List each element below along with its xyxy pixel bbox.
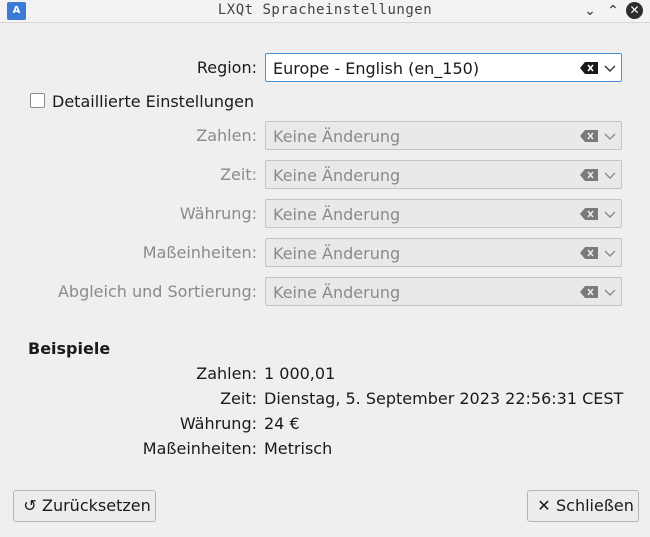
collation-value: Keine Änderung [273,283,401,302]
chevron-down-icon[interactable] [604,209,616,219]
minimize-icon[interactable]: ⌄ [580,1,600,21]
example-units-label: Maßeinheiten: [142,439,257,458]
reset-button-label: Zurücksetzen [42,496,151,515]
currency-combo[interactable]: Keine Änderung [265,199,622,228]
maximize-icon[interactable]: ⌃ [603,1,623,21]
example-currency-value: 24 € [264,414,300,433]
examples-heading: Beispiele [28,339,111,358]
region-label: Region: [196,58,257,77]
close-button-label: Schließen [556,496,634,515]
close-icon: ✕ [537,496,551,515]
example-units-value: Metrisch [264,439,333,458]
clear-icon[interactable] [580,247,598,259]
region-combo[interactable]: Europe - English (en_150) [265,53,622,82]
clear-icon[interactable] [580,286,598,298]
close-button[interactable]: ✕ Schließen [527,490,639,522]
numbers-combo[interactable]: Keine Änderung [265,121,622,150]
collation-combo[interactable]: Keine Änderung [265,277,622,306]
title-bar: A LXQt Spracheinstellungen ⌄ ⌃ ✕ [0,0,650,23]
chevron-down-icon[interactable] [604,63,616,73]
clear-icon[interactable] [580,169,598,181]
units-combo[interactable]: Keine Änderung [265,238,622,267]
clear-icon[interactable] [580,130,598,142]
detailed-settings-checkbox[interactable] [30,93,45,108]
example-currency-label: Währung: [179,414,257,433]
detailed-settings-label[interactable]: Detaillierte Einstellungen [52,92,254,111]
undo-icon: ↺ [23,496,37,515]
currency-value: Keine Änderung [273,205,401,224]
chevron-down-icon[interactable] [604,248,616,258]
time-label: Zeit: [220,165,257,184]
example-numbers-label: Zahlen: [196,364,257,383]
units-value: Keine Änderung [273,244,401,263]
example-time-value: Dienstag, 5. September 2023 22:56:31 CES… [264,389,624,408]
window-title: LXQt Spracheinstellungen [217,2,433,18]
clear-icon[interactable] [580,62,598,74]
time-combo[interactable]: Keine Änderung [265,160,622,189]
chevron-down-icon[interactable] [604,131,616,141]
reset-button[interactable]: ↺ Zurücksetzen [13,490,156,522]
collation-label: Abgleich und Sortierung: [57,282,257,301]
example-time-label: Zeit: [220,389,257,408]
chevron-down-icon[interactable] [604,287,616,297]
example-numbers-value: 1 000,01 [264,364,336,383]
currency-label: Währung: [179,204,257,223]
numbers-label: Zahlen: [196,126,257,145]
region-value: Europe - English (en_150) [273,59,480,78]
clear-icon[interactable] [580,208,598,220]
close-window-icon[interactable]: ✕ [626,2,643,19]
units-label: Maßeinheiten: [142,243,257,262]
chevron-down-icon[interactable] [604,170,616,180]
numbers-value: Keine Änderung [273,127,401,146]
time-value: Keine Änderung [273,166,401,185]
